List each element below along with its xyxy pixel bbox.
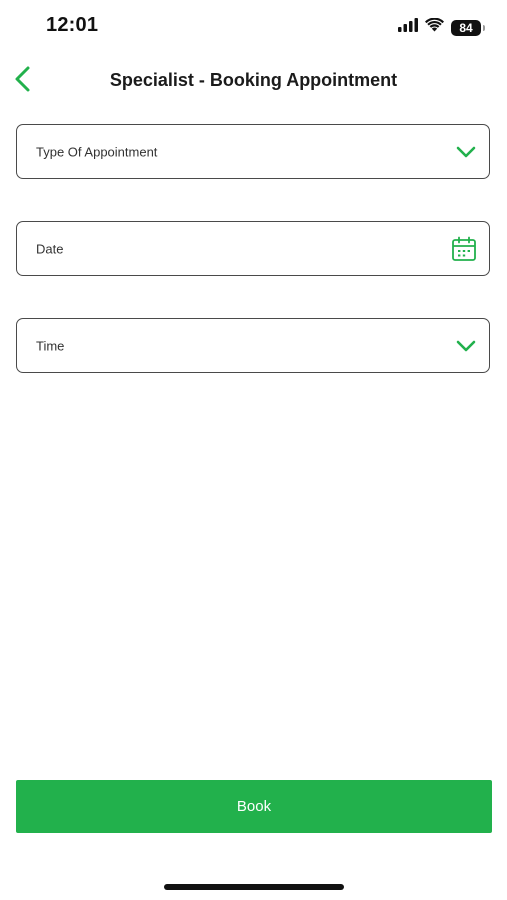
calendar-icon[interactable] <box>451 236 477 262</box>
time-label: Time <box>36 338 65 353</box>
chevron-down-icon <box>455 145 477 159</box>
wifi-icon <box>425 17 444 37</box>
date-field[interactable]: Date <box>16 221 490 276</box>
home-indicator <box>164 884 344 890</box>
battery-icon: 84 <box>451 19 485 36</box>
type-of-appointment-label: Type Of Appointment <box>36 144 158 159</box>
status-icons: 84 <box>398 17 485 37</box>
status-time: 12:01 <box>46 14 99 36</box>
book-button[interactable]: Book <box>16 780 492 833</box>
type-of-appointment-dropdown[interactable]: Type Of Appointment <box>16 124 490 179</box>
signal-icon <box>398 18 418 37</box>
chevron-down-icon <box>455 339 477 353</box>
time-dropdown[interactable]: Time <box>16 318 490 373</box>
page-title: Specialist - Booking Appointment <box>109 70 398 90</box>
date-label: Date <box>36 241 64 256</box>
header: Specialist - Booking Appointment <box>0 58 507 106</box>
status-bar: 12:01 84 <box>0 0 507 52</box>
